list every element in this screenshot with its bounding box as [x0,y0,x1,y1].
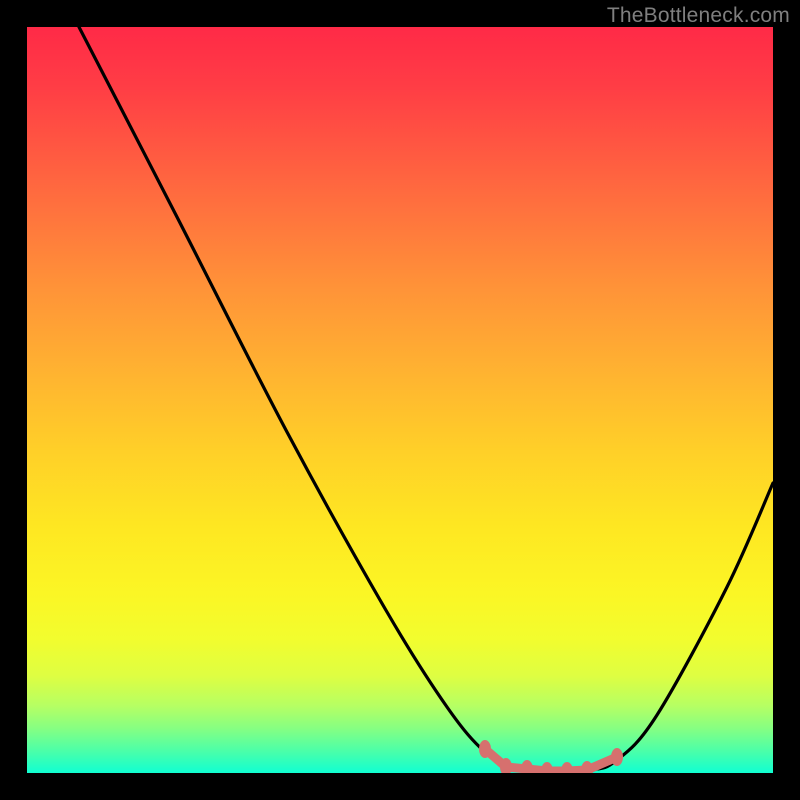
chart-gradient-background [27,27,773,773]
chart-frame [27,27,773,773]
watermark-text: TheBottleneck.com [607,4,790,28]
